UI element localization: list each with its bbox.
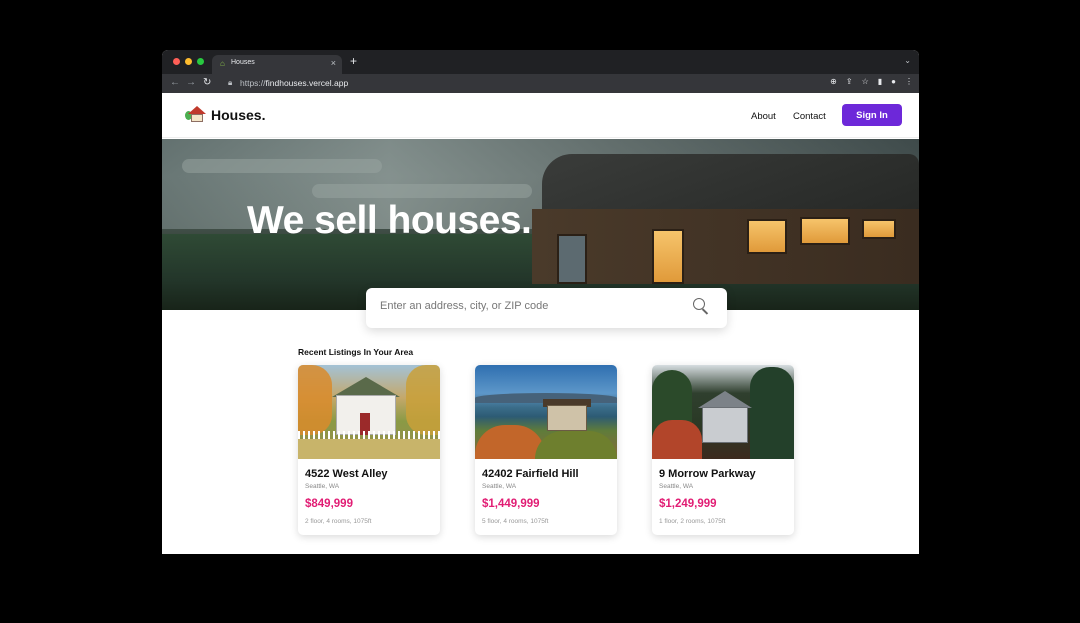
bookmark-star-icon[interactable]: ☆ (862, 77, 869, 86)
nav-about-link[interactable]: About (751, 111, 776, 122)
listing-price: $1,249,999 (659, 498, 717, 510)
listing-photo (298, 365, 440, 459)
listing-card[interactable]: 9 Morrow Parkway Seattle, WA $1,249,999 … (652, 365, 794, 535)
listing-location: Seattle, WA (482, 483, 517, 490)
listing-address: 42402 Fairfield Hill (482, 468, 579, 480)
share-icon[interactable]: ⇪ (846, 77, 853, 86)
cloud (182, 159, 382, 173)
forward-arrow-icon[interactable]: → (186, 77, 196, 88)
listing-details: 1 floor, 2 rooms, 1075ft (659, 518, 726, 525)
zoom-icon[interactable]: ⊕ (830, 77, 837, 86)
browser-tabbar: ⌂ Houses × + ⌄ (162, 50, 919, 74)
site-header: Houses. About Contact Sign In (162, 93, 919, 138)
listing-details: 2 floor, 4 rooms, 1075ft (305, 518, 372, 525)
nav-contact-link[interactable]: Contact (793, 111, 826, 122)
cloud (312, 184, 532, 198)
back-arrow-icon[interactable]: ← (170, 77, 180, 88)
site-logo[interactable]: Houses. (185, 106, 266, 123)
lock-icon: 🔒︎ (228, 78, 233, 87)
tab-close-icon[interactable]: × (331, 58, 336, 68)
minimize-window-button[interactable] (185, 58, 192, 65)
logo-text: Houses. (211, 106, 266, 123)
listing-card[interactable]: 42402 Fairfield Hill Seattle, WA $1,449,… (475, 365, 617, 535)
sidebar-icon[interactable]: ▮ (878, 77, 882, 86)
new-tab-icon[interactable]: + (350, 54, 357, 68)
listing-photo (652, 365, 794, 459)
reload-icon[interactable]: ↻ (203, 77, 211, 88)
sign-in-button[interactable]: Sign In (842, 104, 902, 126)
hero-house-image (522, 144, 919, 284)
browser-window: ⌂ Houses × + ⌄ ← → ↻ 🔒︎ https://findhous… (162, 50, 919, 554)
menu-kebab-icon[interactable]: ⋮ (905, 77, 913, 86)
search-icon[interactable] (693, 298, 709, 316)
listing-price: $1,449,999 (482, 498, 540, 510)
listing-photo (475, 365, 617, 459)
url-text: https://findhouses.vercel.app (240, 78, 348, 88)
url-scheme: https:// (240, 78, 266, 88)
search-box[interactable] (366, 288, 727, 328)
profile-icon[interactable]: ● (891, 77, 896, 86)
house-logo-icon (185, 106, 206, 123)
close-window-button[interactable] (173, 58, 180, 65)
listing-details: 5 floor, 4 rooms, 1075ft (482, 518, 549, 525)
browser-tab[interactable]: ⌂ Houses × (212, 55, 342, 74)
listing-location: Seattle, WA (659, 483, 694, 490)
listing-address: 9 Morrow Parkway (659, 468, 756, 480)
tab-search-icon[interactable]: ⌄ (904, 56, 911, 65)
listings-title: Recent Listings In Your Area (298, 347, 414, 357)
house-favicon-icon: ⌂ (220, 59, 225, 68)
toolbar-icons: ⊕ ⇪ ☆ ▮ ● ⋮ (830, 77, 913, 86)
listing-card[interactable]: 4522 West Alley Seattle, WA $849,999 2 f… (298, 365, 440, 535)
search-input[interactable] (380, 300, 680, 312)
url-host: findhouses.vercel.app (265, 78, 349, 88)
listing-address: 4522 West Alley (305, 468, 388, 480)
listing-price: $849,999 (305, 498, 353, 510)
tab-title: Houses (231, 59, 255, 66)
address-bar[interactable]: 🔒︎ https://findhouses.vercel.app (220, 77, 800, 91)
listing-location: Seattle, WA (305, 483, 340, 490)
hero-banner: We sell houses. (162, 139, 919, 310)
hero-title: We sell houses. (247, 199, 532, 242)
maximize-window-button[interactable] (197, 58, 204, 65)
browser-toolbar: ← → ↻ 🔒︎ https://findhouses.vercel.app ⊕… (162, 74, 919, 93)
